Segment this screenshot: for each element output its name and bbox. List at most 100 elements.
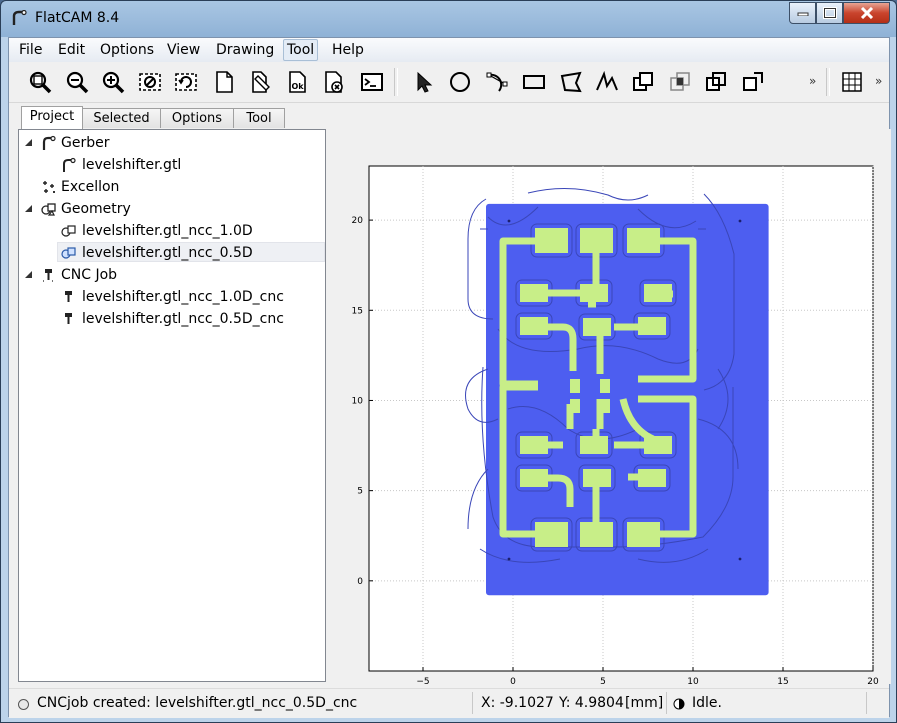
menu-drawing[interactable]: Drawing: [213, 42, 277, 58]
copper-pad: [580, 436, 608, 454]
menu-options[interactable]: Options: [97, 42, 157, 58]
tree-group-gerber[interactable]: Gerber: [61, 133, 109, 153]
toolbar-overflow-button-2[interactable]: »: [875, 74, 882, 88]
shell-button[interactable]: [359, 69, 385, 95]
copper-pad: [520, 469, 548, 487]
x-tick-label: 15: [777, 677, 788, 684]
tree-group-geometry[interactable]: Geometry: [61, 199, 131, 219]
menu-file[interactable]: File: [16, 42, 45, 58]
rectangle-button[interactable]: [521, 69, 547, 95]
geometry-icon: [41, 203, 56, 216]
polygon-icon: [560, 71, 582, 93]
plot-svg[interactable]: −5 0 5 10 15 20 0 5 10 15 20: [338, 129, 891, 684]
toolbar-separator: [394, 68, 398, 96]
tree-item-ncc-1-0d[interactable]: levelshifter.gtl_ncc_1.0D: [82, 221, 253, 241]
copper-pad: [580, 228, 613, 253]
copper-pad: [583, 318, 611, 336]
copper-pad: [570, 379, 580, 393]
tree-group-cnc-job[interactable]: CNC Job: [61, 265, 117, 285]
tree-group-excellon[interactable]: Excellon: [61, 177, 119, 197]
tree-item-ncc-0-5d[interactable]: levelshifter.gtl_ncc_0.5D: [82, 243, 253, 263]
copper-pad: [638, 317, 666, 335]
unit-label: [mm]: [625, 695, 664, 711]
clear-plot-button[interactable]: [137, 69, 163, 95]
gerber-file-icon: [63, 157, 76, 172]
copper-pad: [627, 522, 660, 547]
union-icon: [633, 72, 653, 91]
copper-pad: [570, 399, 580, 413]
cnc-file-icon: [65, 291, 72, 302]
tree-item-ncc-1-0d-cnc[interactable]: levelshifter.gtl_ncc_1.0D_cnc: [82, 287, 284, 307]
menu-view[interactable]: View: [164, 42, 203, 58]
minimize-button[interactable]: [789, 2, 816, 24]
tab-tool[interactable]: Tool: [233, 108, 285, 128]
menu-help[interactable]: Help: [329, 42, 367, 58]
title-bar[interactable]: FlatCAM 8.4: [1, 1, 897, 35]
menu-tool[interactable]: Tool: [283, 39, 319, 61]
x-tick-label: 10: [687, 677, 699, 684]
close-button[interactable]: [843, 2, 890, 24]
path-icon: [596, 70, 618, 91]
y-tick-label: 20: [352, 216, 364, 226]
copper-pad: [580, 522, 613, 547]
copper-pad: [583, 469, 611, 487]
zoom-in-button[interactable]: [100, 69, 126, 95]
path-button[interactable]: [594, 69, 620, 95]
minimize-icon: [797, 12, 808, 16]
drill-marker: [507, 219, 511, 223]
tab-project[interactable]: Project: [21, 106, 83, 129]
y-tick-label: 0: [357, 577, 363, 587]
tab-selected[interactable]: Selected: [82, 108, 161, 128]
drill-marker: [738, 219, 742, 223]
open-file-button[interactable]: [247, 69, 273, 95]
activity-idle-icon: [673, 698, 685, 710]
intersection-button[interactable]: [667, 69, 693, 95]
status-divider: [472, 692, 473, 714]
plot-canvas[interactable]: −5 0 5 10 15 20 0 5 10 15 20: [338, 129, 891, 684]
expand-arrow-icon[interactable]: [25, 139, 33, 147]
grid-snap-button[interactable]: [839, 69, 865, 95]
shell-icon: [361, 73, 383, 91]
y-tick-label: 15: [352, 306, 363, 316]
y-tick-label: 10: [352, 396, 364, 406]
geometry-file-icon: [61, 225, 76, 237]
tree-item-ncc-0-5d-cnc[interactable]: levelshifter.gtl_ncc_0.5D_cnc: [82, 309, 284, 329]
tab-options[interactable]: Options: [160, 108, 234, 128]
close-icon: [860, 7, 873, 19]
menu-edit[interactable]: Edit: [55, 42, 88, 58]
ok-button[interactable]: Ok: [285, 69, 311, 95]
toolbar: Ok » »: [9, 62, 889, 103]
replot-button[interactable]: [173, 69, 199, 95]
geometry-file-icon: [61, 247, 76, 259]
delete-button[interactable]: [321, 69, 347, 95]
activity-status: Idle.: [692, 695, 722, 711]
x-tick-label: 0: [510, 677, 516, 684]
select-button[interactable]: [411, 69, 437, 95]
intersection-icon: [670, 72, 690, 91]
new-project-button[interactable]: [211, 69, 237, 95]
cursor-y-readout: Y: 4.9804: [559, 695, 624, 711]
tree-item-levelshifter-gtl[interactable]: levelshifter.gtl: [82, 155, 181, 175]
toolbar-overflow-button[interactable]: »: [809, 74, 816, 88]
polygon-button[interactable]: [558, 69, 584, 95]
arc-button[interactable]: [484, 69, 510, 95]
cut-button[interactable]: [740, 69, 766, 95]
copper-pad: [644, 436, 672, 454]
subtract-button[interactable]: [703, 69, 729, 95]
copper-pad: [600, 379, 610, 393]
maximize-button[interactable]: [816, 2, 843, 24]
copper-pad: [520, 284, 548, 302]
copper-pad: [580, 284, 608, 302]
svg-text:Ok: Ok: [292, 82, 305, 91]
window-controls: [789, 2, 890, 24]
zoom-out-button[interactable]: [64, 69, 90, 95]
flatcam-app-icon: [12, 10, 27, 25]
zoom-fit-button[interactable]: [27, 69, 53, 95]
expand-arrow-icon[interactable]: [25, 271, 33, 279]
expand-arrow-icon[interactable]: [25, 205, 33, 213]
arc-icon: [486, 72, 508, 92]
circle-button[interactable]: [447, 69, 473, 95]
rectangle-icon: [523, 75, 545, 89]
toolbar-separator: [826, 68, 830, 96]
union-button[interactable]: [630, 69, 656, 95]
